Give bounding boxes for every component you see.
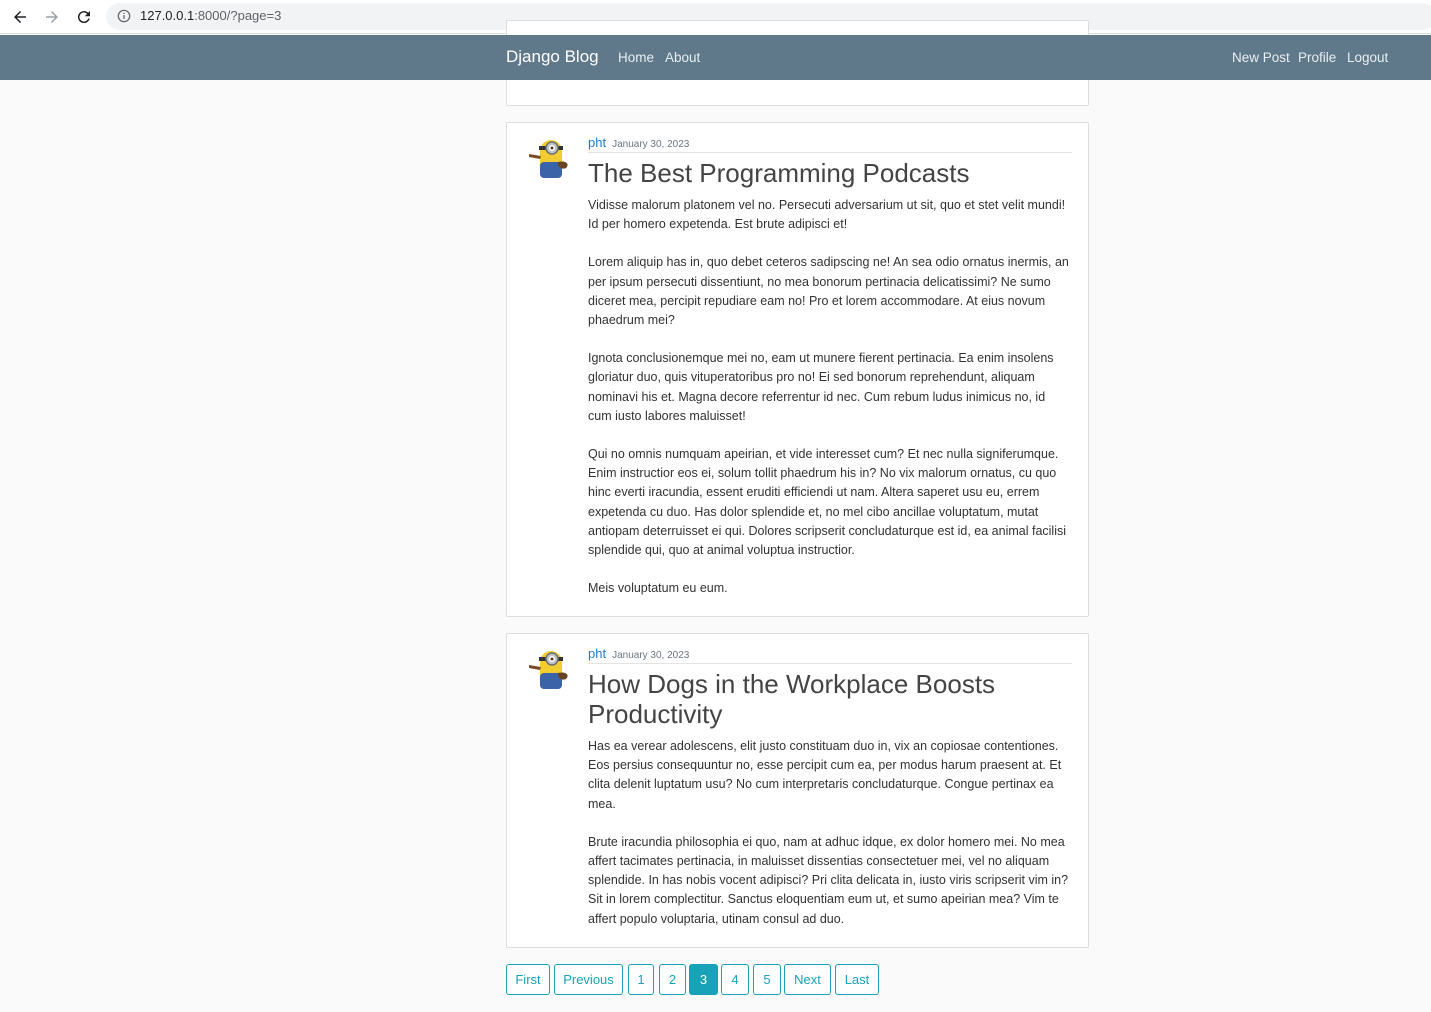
back-arrow-icon[interactable]	[8, 5, 32, 29]
article-metadata: pht January 30, 2023	[588, 645, 1072, 664]
page-first-button[interactable]: First	[506, 964, 550, 995]
nav-profile-link[interactable]: Profile	[1298, 50, 1336, 65]
article-paragraph: Ignota conclusionemque mei no, eam ut mu…	[588, 351, 1054, 423]
article-metadata: pht January 30, 2023	[588, 134, 1072, 153]
author-avatar	[526, 132, 576, 182]
article-paragraph: Vidisse malorum platonem vel no. Persecu…	[588, 198, 1066, 232]
article-card: pht January 30, 2023 The Best Programming…	[506, 122, 1089, 617]
article-paragraph: Has ea verear adolescens, elit justo con…	[588, 739, 1062, 811]
brand-link[interactable]: Django Blog	[506, 47, 599, 67]
nav-new-post-link[interactable]: New Post	[1232, 50, 1290, 65]
article-title-link[interactable]: How Dogs in the Workplace Boosts Product…	[588, 669, 1072, 729]
author-link[interactable]: pht	[588, 135, 606, 150]
article-card: pht January 30, 2023 How Dogs in the Work…	[506, 633, 1089, 948]
post-date: January 30, 2023	[612, 139, 690, 150]
page-2-button[interactable]: 2	[659, 964, 686, 995]
page-next-button[interactable]: Next	[784, 964, 831, 995]
url-text: 127.0.0.1:8000/?page=3	[140, 8, 282, 23]
nav-logout-link[interactable]: Logout	[1347, 50, 1388, 65]
page-previous-button[interactable]: Previous	[554, 964, 623, 995]
article-paragraph: Brute iracundia philosophia ei quo, nam …	[588, 834, 1069, 926]
reload-icon[interactable]	[72, 5, 96, 29]
post-date: January 30, 2023	[612, 650, 690, 661]
article-paragraph: Meis voluptatum eu eum.	[588, 581, 728, 596]
author-avatar	[526, 643, 576, 693]
page-last-button[interactable]: Last	[835, 964, 879, 995]
article-paragraph: Qui no omnis numquam apeirian, et vide i…	[588, 447, 1067, 558]
author-link[interactable]: pht	[588, 646, 606, 661]
nav-home-link[interactable]: Home	[618, 50, 654, 65]
page-4-button[interactable]: 4	[721, 964, 749, 995]
info-icon[interactable]	[117, 9, 131, 23]
page-5-button[interactable]: 5	[753, 964, 781, 995]
article-paragraph: Lorem aliquip has in, quo debet ceteros …	[588, 255, 1069, 328]
page-3-button-active[interactable]: 3	[689, 964, 718, 995]
nav-about-link[interactable]: About	[665, 50, 700, 65]
article-title-link[interactable]: The Best Programming Podcasts	[588, 158, 1072, 188]
article-content: Has ea verear adolescens, elit justo con…	[588, 737, 1072, 948]
site-navbar: Django Blog Home About New Post Profile …	[0, 35, 1431, 80]
page-1-button[interactable]: 1	[628, 964, 654, 995]
article-content: Vidisse malorum platonem vel no. Persecu…	[588, 196, 1072, 617]
forward-arrow-icon[interactable]	[40, 5, 64, 29]
